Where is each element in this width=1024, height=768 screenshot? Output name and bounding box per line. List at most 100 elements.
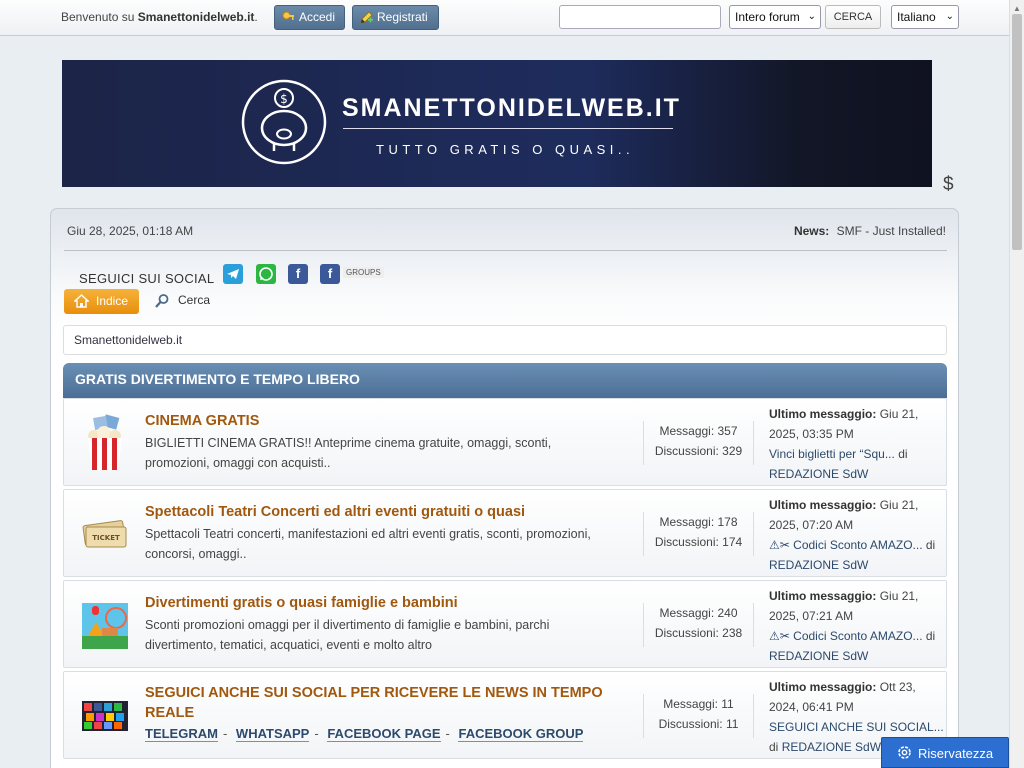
breadcrumb: Smanettonidelweb.it xyxy=(63,325,947,355)
chevron-down-icon: ⌄ xyxy=(807,11,816,22)
last-post-topic-link[interactable]: ⚠✂ Codici Sconto AMAZO... xyxy=(769,629,923,643)
board-row: SEGUICI ANCHE SUI SOCIAL PER RICEVERE LE… xyxy=(63,671,947,759)
board-description: Sconti promozioni omaggi per il divertim… xyxy=(145,618,550,652)
login-label: Accedi xyxy=(299,10,336,24)
board-description: Spettacoli Teatri concerti, manifestazio… xyxy=(145,527,591,561)
groups-label[interactable]: GROUPS xyxy=(343,267,384,278)
ticket-icon: TICKET xyxy=(82,520,127,548)
privacy-button[interactable]: Riservatezza xyxy=(881,737,1009,768)
language-select[interactable]: Italiano ⌄ xyxy=(891,5,959,29)
category-header[interactable]: GRATIS DIVERTIMENTO E TEMPO LIBERO xyxy=(63,363,947,398)
social-label: SEGUICI SUI SOCIAL xyxy=(79,271,215,286)
whatsapp-icon[interactable] xyxy=(256,264,276,284)
board-last-post: Ultimo messaggio: Giu 21, 2025, 07:20 AM… xyxy=(769,495,947,575)
last-post-label: Ultimo messaggio: xyxy=(769,407,877,421)
board-last-post: Ultimo messaggio: Giu 21, 2025, 07:21 AM… xyxy=(769,586,947,666)
facebook-group-link[interactable]: FACEBOOK GROUP xyxy=(458,726,584,742)
welcome-text: Benvenuto su Smanettonidelweb.it. xyxy=(61,10,258,24)
board-stats: Messaggi: 11 Discussioni: 11 xyxy=(643,694,754,738)
register-label: Registrati xyxy=(377,10,428,24)
board-posts: Messaggi: 357 xyxy=(659,424,738,438)
last-post-topic-link[interactable]: SEGUICI ANCHE SUI SOCIAL... xyxy=(769,720,944,734)
facebook-groups-icon[interactable]: f xyxy=(320,264,340,284)
search-menu-label: Cerca xyxy=(178,293,211,307)
login-button[interactable]: Accedi xyxy=(274,5,345,30)
chevron-down-icon: ⌄ xyxy=(945,11,954,22)
board-topics: Discussioni: 238 xyxy=(654,626,743,640)
news-bar: News: SMF - Just Installed! xyxy=(794,224,946,238)
last-post-topic-link[interactable]: ⚠✂ Codici Sconto AMAZO... xyxy=(769,538,923,552)
board-topics: Discussioni: 329 xyxy=(654,444,743,458)
facebook-icon[interactable]: f xyxy=(288,264,308,284)
gear-icon xyxy=(898,746,911,759)
welcome-suffix: . xyxy=(254,10,258,24)
banner-divider xyxy=(343,128,673,129)
divider xyxy=(64,250,947,251)
news-text: SMF - Just Installed! xyxy=(836,224,946,238)
last-post-author-link[interactable]: REDAZIONE SdW xyxy=(769,649,868,663)
main-content: Giu 28, 2025, 01:18 AM News: SMF - Just … xyxy=(50,208,959,768)
welcome-prefix: Benvenuto su xyxy=(61,10,135,24)
board-description: BIGLIETTI CINEMA GRATIS!! Anteprime cine… xyxy=(145,436,552,470)
home-menu-label: Indice xyxy=(96,294,129,308)
dollar-icon: $ xyxy=(943,174,954,195)
news-label: News: xyxy=(793,224,830,238)
board-row: CINEMA GRATIS BIGLIETTI CINEMA GRATIS!! … xyxy=(63,398,947,486)
last-post-by: di xyxy=(925,629,936,643)
board-topics: Discussioni: 11 xyxy=(658,717,739,731)
last-post-label: Ultimo messaggio: xyxy=(769,680,877,694)
popcorn-icon xyxy=(88,414,122,470)
key-icon xyxy=(282,11,294,20)
social-apps-icon xyxy=(82,701,128,731)
link-separator: - xyxy=(222,726,228,741)
home-icon xyxy=(74,294,89,308)
facebook-page-link[interactable]: FACEBOOK PAGE xyxy=(327,726,441,742)
last-post-by: di xyxy=(769,740,779,754)
telegram-link[interactable]: TELEGRAM xyxy=(145,726,218,742)
welcome-site-name: Smanettonidelweb.it xyxy=(137,10,255,24)
breadcrumb-link[interactable]: Smanettonidelweb.it xyxy=(74,333,182,347)
board-posts: Messaggi: 11 xyxy=(663,697,734,711)
svg-text:$: $ xyxy=(280,92,288,106)
board-row: Divertimenti gratis o quasi famiglie e b… xyxy=(63,580,947,668)
amusement-park-icon xyxy=(82,603,128,649)
register-button[interactable]: Registrati xyxy=(352,5,439,30)
scrollbar-thumb[interactable] xyxy=(1012,14,1022,250)
board-title[interactable]: CINEMA GRATIS xyxy=(145,413,259,429)
last-post-author-link[interactable]: REDAZIONE SdW xyxy=(769,467,868,481)
last-post-label: Ultimo messaggio: xyxy=(769,589,877,603)
banner-subtitle: TUTTO GRATIS O QUASI.. xyxy=(376,142,635,157)
search-scope-value: Intero forum xyxy=(735,10,800,24)
search-button[interactable]: CERCA xyxy=(825,5,881,29)
board-title[interactable]: Spettacoli Teatri Concerti ed altri even… xyxy=(145,504,525,520)
search-input[interactable] xyxy=(559,5,721,29)
board-stats: Messaggi: 357 Discussioni: 329 xyxy=(643,421,754,465)
board-title[interactable]: SEGUICI ANCHE SUI SOCIAL PER RICEVERE LE… xyxy=(145,683,635,723)
last-post-author-link[interactable]: REDAZIONE SdW xyxy=(769,558,868,572)
last-post-topic-link[interactable]: Vinci biglietti per “Squ... xyxy=(769,447,895,461)
link-separator: - xyxy=(314,726,319,741)
search-menu-item[interactable]: Cerca xyxy=(154,293,211,308)
link-separator: - xyxy=(445,726,450,741)
telegram-icon[interactable] xyxy=(223,264,243,284)
last-post-label: Ultimo messaggio: xyxy=(769,498,877,512)
home-menu-button[interactable]: Indice xyxy=(64,289,139,314)
board-stats: Messaggi: 240 Discussioni: 238 xyxy=(643,603,754,647)
last-post-author-link[interactable]: REDAZIONE SdW xyxy=(782,740,881,754)
board-stats: Messaggi: 178 Discussioni: 174 xyxy=(643,512,754,556)
top-bar: Benvenuto su Smanettonidelweb.it. Accedi… xyxy=(0,0,1009,36)
page-scrollbar[interactable]: ▲ xyxy=(1009,0,1024,768)
board-posts: Messaggi: 178 xyxy=(659,515,738,529)
search-scope-select[interactable]: Intero forum ⌄ xyxy=(729,5,821,29)
whatsapp-link[interactable]: WHATSAPP xyxy=(235,726,310,742)
board-title[interactable]: Divertimenti gratis o quasi famiglie e b… xyxy=(145,595,458,611)
last-post-by: di xyxy=(898,447,908,461)
language-value: Italiano xyxy=(897,10,936,24)
board-posts: Messaggi: 240 xyxy=(659,606,738,620)
site-banner[interactable]: $ SMANETTONIDELWEB.IT TUTTO GRATIS O QUA… xyxy=(62,60,932,187)
scroll-up-arrow-icon[interactable]: ▲ xyxy=(1013,4,1021,13)
board-last-post: Ultimo messaggio: Giu 21, 2025, 03:35 PM… xyxy=(769,404,947,484)
current-date: Giu 28, 2025, 01:18 AM xyxy=(67,224,194,238)
board-row: TICKET Spettacoli Teatri Concerti ed alt… xyxy=(63,489,947,577)
svg-text:TICKET: TICKET xyxy=(92,534,120,542)
